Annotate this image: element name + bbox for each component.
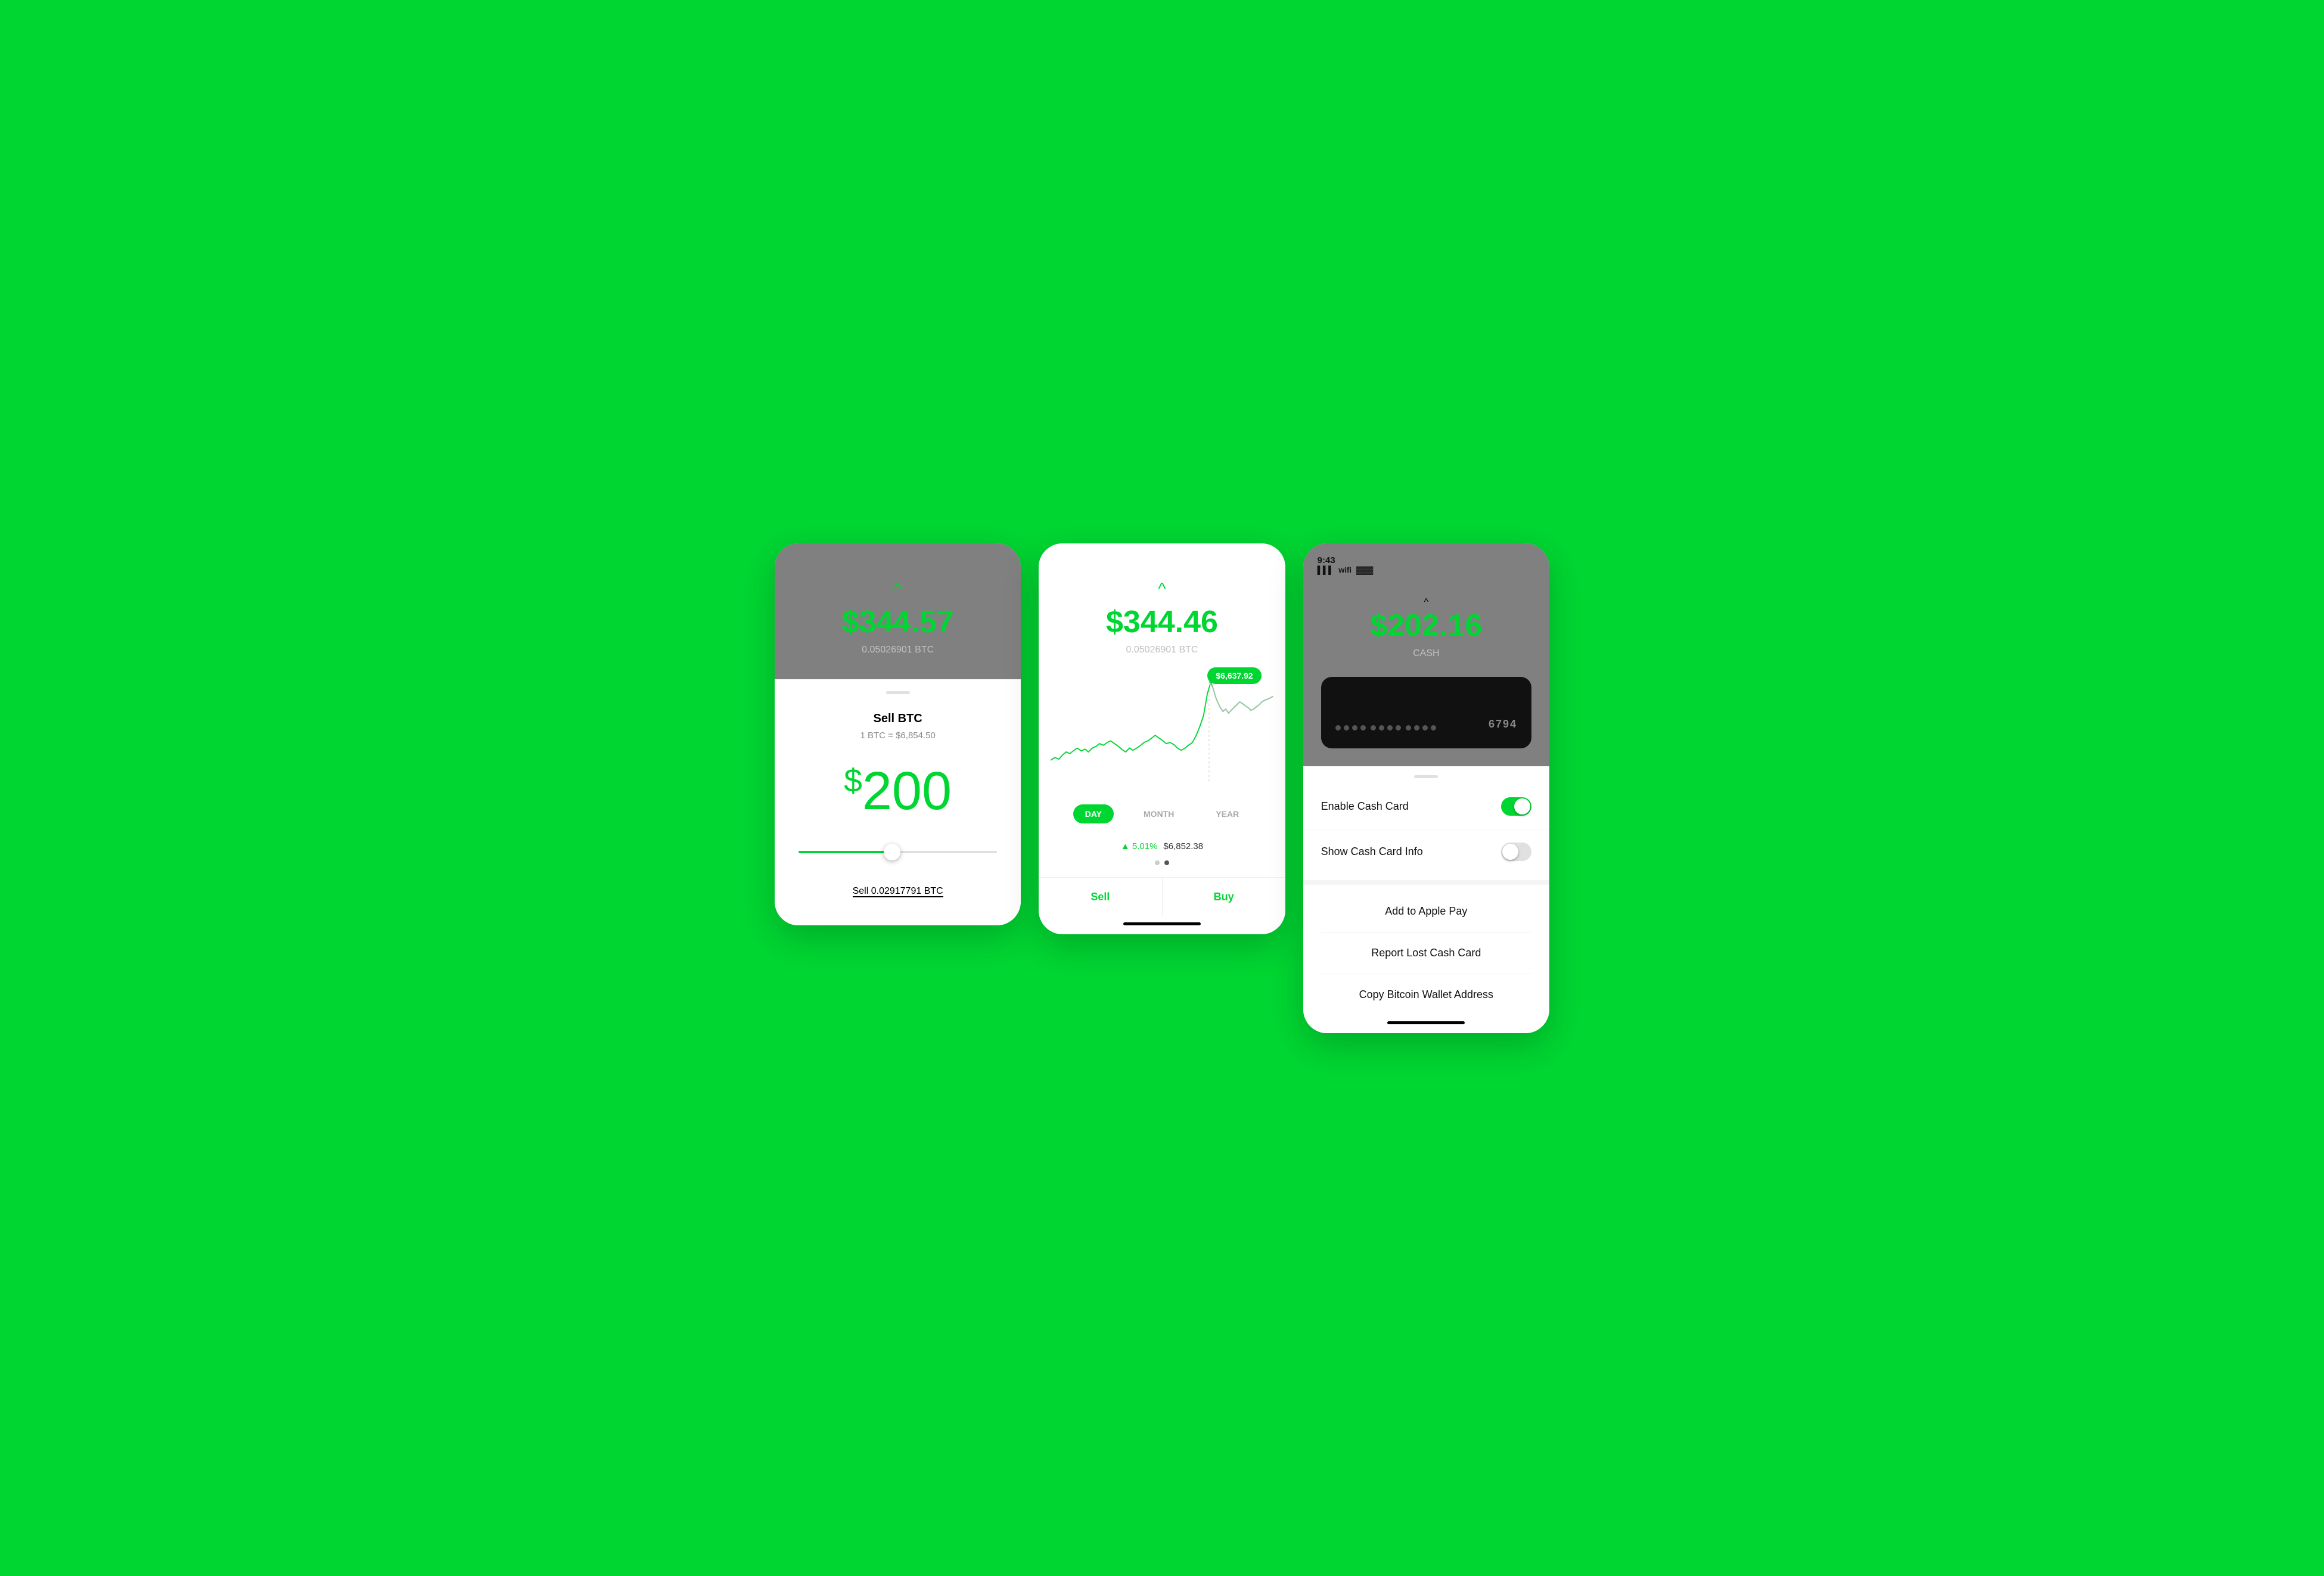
- card-dot-2: [1344, 725, 1349, 731]
- btc-sub-amount: 0.05026901 BTC: [862, 645, 934, 655]
- sell-title: Sell BTC: [874, 712, 922, 726]
- report-lost-card-row[interactable]: Report Lost Cash Card: [1303, 932, 1549, 974]
- card-dot-group-3: [1406, 725, 1436, 731]
- show-cash-card-info-row: Show Cash Card Info: [1303, 829, 1549, 874]
- show-cash-card-info-label: Show Cash Card Info: [1321, 845, 1423, 858]
- card-dot-7: [1387, 725, 1393, 731]
- sell-btc-amount-text: Sell 0.02917791 BTC: [853, 886, 943, 897]
- chart-stats: ▲ 5.01% $6,852.38: [1039, 838, 1285, 860]
- card-dot-6: [1379, 725, 1384, 731]
- card-dot-9: [1406, 725, 1411, 731]
- sell-rate: 1 BTC = $6,854.50: [860, 731, 935, 741]
- dot-2: [1164, 860, 1169, 865]
- gain-pct: ▲ 5.01%: [1121, 841, 1158, 851]
- card-dot-1: [1335, 725, 1341, 731]
- slider-track[interactable]: [799, 851, 997, 853]
- btc-balance-amount: $344.57: [842, 604, 954, 640]
- sell-amount-number: 200: [862, 761, 952, 821]
- dollar-sign: $: [844, 762, 862, 799]
- wifi-icon: wifi: [1338, 565, 1351, 574]
- enable-cash-card-toggle[interactable]: [1501, 797, 1531, 816]
- copy-bitcoin-wallet-row[interactable]: Copy Bitcoin Wallet Address: [1303, 974, 1549, 1015]
- cash-card: 6794: [1321, 677, 1531, 748]
- btc-chart-screen: ^ $344.46 0.05026901 BTC $6,637.92 DAY M…: [1039, 543, 1285, 934]
- dot-1: [1155, 860, 1160, 865]
- time-btn-year[interactable]: YEAR: [1204, 804, 1251, 823]
- sell-btc-label: Sell 0.02917791 BTC: [853, 886, 943, 897]
- signal-icon: ▌▌▌: [1318, 565, 1334, 574]
- cash-card-screen: 9:43 ▌▌▌ wifi ▓▓▓ ^ $202.16 CASH: [1303, 543, 1549, 1033]
- show-cash-card-info-toggle[interactable]: [1501, 843, 1531, 861]
- sell-amount: $200: [844, 764, 952, 818]
- sell-btc-screen: ^ $344.57 0.05026901 BTC Sell BTC 1 BTC …: [775, 543, 1021, 925]
- btc-chart-sub: 0.05026901 BTC: [1126, 645, 1198, 655]
- chart-tooltip: $6,637.92: [1207, 667, 1261, 684]
- gain-value: $6,852.38: [1163, 841, 1203, 851]
- chevron-up-chart-icon[interactable]: ^: [1158, 579, 1166, 598]
- chevron-up-cash-icon[interactable]: ^: [1424, 597, 1429, 608]
- divider-2: [1303, 880, 1549, 885]
- slider-container[interactable]: [793, 842, 1003, 862]
- top-section-chart: ^ $344.46 0.05026901 BTC: [1039, 543, 1285, 667]
- screens-container: ^ $344.57 0.05026901 BTC Sell BTC 1 BTC …: [775, 543, 1549, 1033]
- cash-amount: $202.16: [1370, 608, 1482, 644]
- card-dot-12: [1431, 725, 1436, 731]
- chevron-up-icon[interactable]: ^: [894, 579, 902, 598]
- sell-button[interactable]: Sell: [1039, 878, 1162, 916]
- slider-fill: [799, 851, 888, 853]
- status-bar: 9:43 ▌▌▌ wifi ▓▓▓: [1303, 555, 1549, 574]
- card-dot-5: [1371, 725, 1376, 731]
- time-btn-month[interactable]: MONTH: [1132, 804, 1186, 823]
- card-number-end: 6794: [1489, 718, 1517, 731]
- home-indicator: [1123, 922, 1201, 925]
- battery-icon: ▓▓▓: [1356, 565, 1373, 574]
- top-section-cash: 9:43 ▌▌▌ wifi ▓▓▓ ^ $202.16 CASH: [1303, 543, 1549, 766]
- status-icons: ▌▌▌ wifi ▓▓▓: [1318, 565, 1535, 574]
- cash-sheet-handle: [1414, 775, 1438, 778]
- top-section-btc-sell: ^ $344.57 0.05026901 BTC: [775, 543, 1021, 679]
- slider-thumb[interactable]: [884, 844, 900, 860]
- btc-chart-svg: [1051, 667, 1273, 787]
- sheet-handle: [886, 691, 910, 694]
- cash-label: CASH: [1413, 648, 1439, 659]
- dot-indicators: [1039, 860, 1285, 865]
- enable-cash-card-label: Enable Cash Card: [1321, 800, 1409, 813]
- card-dot-11: [1422, 725, 1428, 731]
- toggle-knob-show-info: [1502, 844, 1518, 860]
- cash-home-indicator: [1387, 1021, 1465, 1024]
- buy-button[interactable]: Buy: [1163, 878, 1285, 916]
- time-btn-day[interactable]: DAY: [1073, 804, 1114, 823]
- card-dot-group-1: [1335, 725, 1366, 731]
- chart-area: $6,637.92: [1039, 667, 1285, 787]
- sell-bottom-sheet: Sell BTC 1 BTC = $6,854.50 $200 Sell 0.0…: [775, 679, 1021, 925]
- cash-card-bottom-sheet: Enable Cash Card Show Cash Card Info Add…: [1303, 766, 1549, 1033]
- btc-chart-balance: $344.46: [1106, 604, 1218, 640]
- card-dot-8: [1396, 725, 1401, 731]
- card-dot-4: [1360, 725, 1366, 731]
- card-dots: [1335, 725, 1436, 731]
- add-apple-pay-row[interactable]: Add to Apple Pay: [1303, 891, 1549, 932]
- card-dot-10: [1414, 725, 1419, 731]
- time-selector: DAY MONTH YEAR: [1039, 798, 1285, 829]
- toggle-knob-enable: [1514, 798, 1530, 815]
- enable-cash-card-row: Enable Cash Card: [1303, 784, 1549, 829]
- card-dot-3: [1352, 725, 1357, 731]
- status-time: 9:43: [1318, 555, 1535, 565]
- action-buttons: Sell Buy: [1039, 877, 1285, 916]
- card-dot-group-2: [1371, 725, 1401, 731]
